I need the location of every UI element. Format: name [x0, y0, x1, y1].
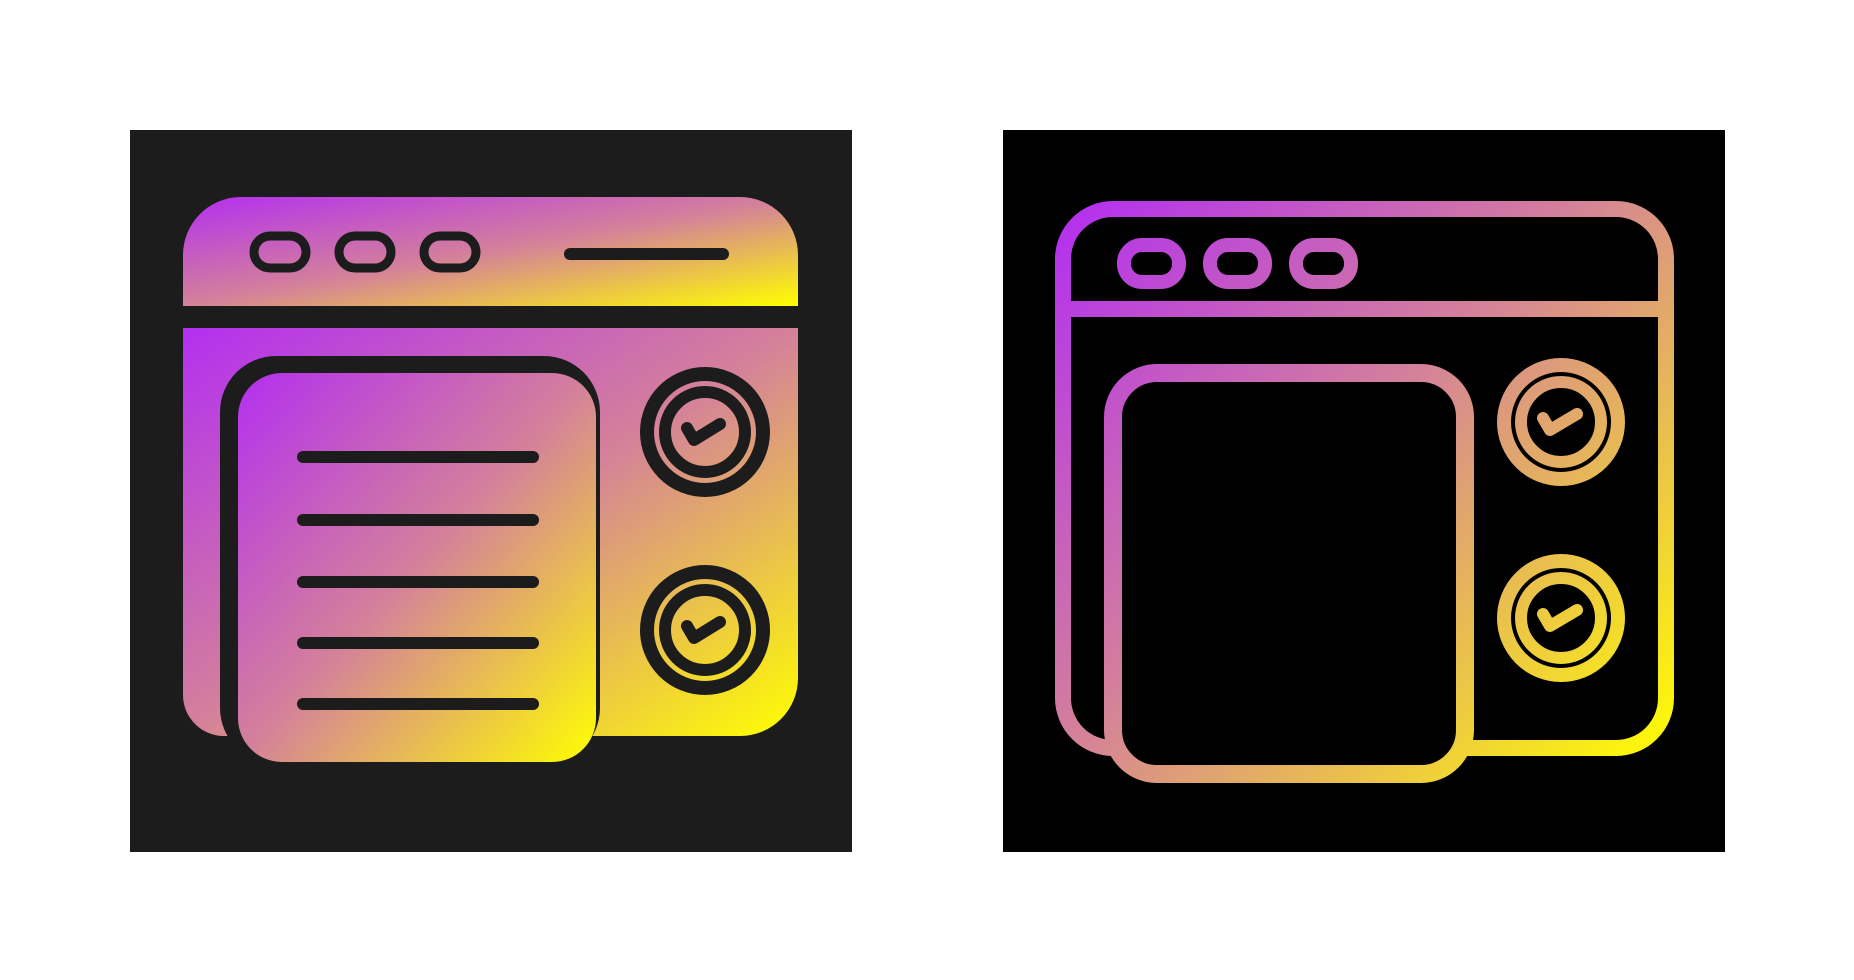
browser-checklist-glyph-tile — [130, 130, 852, 852]
browser-checklist-outline-icon — [1003, 130, 1725, 852]
browser-checklist-glyph-icon — [130, 130, 852, 852]
browser-checklist-outline-tile — [1003, 130, 1725, 852]
